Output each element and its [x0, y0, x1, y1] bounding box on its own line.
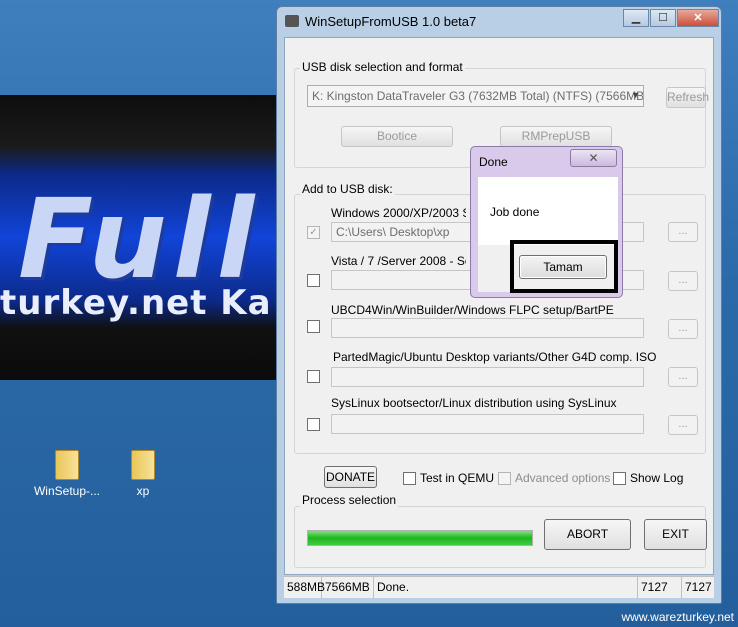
checkbox-test-qemu[interactable]: [403, 472, 416, 485]
desktop-icon-label: xp: [136, 484, 150, 498]
checkbox-winxp[interactable]: ✓: [307, 226, 320, 239]
checkbox-advanced-options[interactable]: [498, 472, 511, 485]
rmprepusb-button[interactable]: RMPrepUSB: [500, 126, 612, 147]
watermark: www.warezturkey.net: [621, 610, 734, 624]
advanced-options-label: Advanced options: [515, 471, 611, 485]
folder-icon: [131, 450, 155, 480]
usb-disk-value: K: Kingston DataTraveler G3 (7632MB Tota…: [312, 89, 644, 103]
path-field-vista-tail: [620, 270, 644, 290]
exit-button[interactable]: EXIT: [644, 519, 707, 550]
test-qemu-label: Test in QEMU: [420, 471, 495, 485]
desktop-icon-winsetup[interactable]: WinSetup-...: [32, 450, 102, 498]
checkbox-ubcd[interactable]: [307, 320, 320, 333]
path-field-partedmagic[interactable]: [331, 367, 644, 387]
usb-disk-select[interactable]: K: Kingston DataTraveler G3 (7632MB Tota…: [307, 85, 644, 107]
path-field-vista[interactable]: [331, 270, 471, 290]
status-used: 588MB: [284, 577, 325, 599]
checkbox-partedmagic[interactable]: [307, 370, 320, 383]
window-client: USB disk selection and format K: Kingsto…: [284, 37, 714, 575]
status-message: Done.: [374, 577, 638, 599]
bootice-button[interactable]: Bootice: [341, 126, 453, 147]
status-free: 7566MB: [322, 577, 374, 599]
chevron-down-icon: ▼: [631, 90, 640, 100]
ok-button[interactable]: Tamam: [519, 255, 607, 279]
browse-button-winxp[interactable]: ...: [668, 222, 698, 242]
browse-button-vista[interactable]: ...: [668, 271, 698, 291]
desktop-icon-label: WinSetup-...: [33, 484, 101, 498]
abort-button[interactable]: ABORT: [544, 519, 631, 550]
path-field-winxp-tail: [620, 222, 644, 242]
minimize-button[interactable]: ▁: [623, 9, 649, 27]
dialog-close-button[interactable]: ✕: [570, 149, 617, 167]
window-title: WinSetupFromUSB 1.0 beta7: [305, 14, 477, 29]
browse-button-partedmagic[interactable]: ...: [668, 367, 698, 387]
folder-icon: [55, 450, 79, 480]
title-bar[interactable]: WinSetupFromUSB 1.0 beta7 ▁ ☐ ✕: [277, 7, 721, 35]
add-group-label: Add to USB disk:: [300, 182, 395, 196]
process-group-label: Process selection: [300, 493, 399, 507]
dialog-body: Job done: [478, 177, 618, 245]
source-label-syslinux: SysLinux bootsector/Linux distribution u…: [331, 396, 617, 410]
progress-fill: [308, 531, 532, 545]
show-log-label: Show Log: [630, 471, 684, 485]
path-field-syslinux[interactable]: [331, 414, 644, 434]
source-label-partedmagic: PartedMagic/Ubuntu Desktop variants/Othe…: [333, 350, 657, 364]
checkbox-vista[interactable]: [307, 274, 320, 287]
desktop-icon-xp[interactable]: xp: [108, 450, 178, 498]
usb-group-label: USB disk selection and format: [300, 60, 465, 74]
dialog-message: Job done: [490, 205, 540, 219]
path-field-ubcd[interactable]: [331, 318, 644, 338]
checkbox-syslinux[interactable]: [307, 418, 320, 431]
maximize-button[interactable]: ☐: [650, 9, 676, 27]
main-window: WinSetupFromUSB 1.0 beta7 ▁ ☐ ✕ USB disk…: [276, 6, 722, 604]
status-count-b: 7127: [685, 580, 712, 594]
status-count-a: 7127: [638, 577, 682, 599]
status-bar: 588MB 7566MB Done. 7127 7127: [284, 576, 714, 599]
progress-bar: [307, 530, 533, 546]
checkbox-show-log[interactable]: [613, 472, 626, 485]
browse-button-syslinux[interactable]: ...: [668, 415, 698, 435]
source-label-winxp: Windows 2000/XP/2003 Setup: [331, 206, 466, 220]
source-label-vista: Vista / 7 /Server 2008 - Setup/PE/Recove…: [331, 254, 466, 268]
close-button[interactable]: ✕: [677, 9, 719, 27]
wallpaper-site-text: turkey.net Ka: [0, 283, 272, 323]
refresh-button[interactable]: Refresh: [666, 87, 709, 108]
browse-button-ubcd[interactable]: ...: [668, 319, 698, 339]
app-icon: [285, 15, 299, 27]
path-field-winxp[interactable]: C:\Users\ Desktop\xp: [331, 222, 471, 242]
source-label-ubcd: UBCD4Win/WinBuilder/Windows FLPC setup/B…: [331, 303, 614, 317]
dialog-title: Done: [479, 155, 508, 169]
donate-button[interactable]: DONATE: [324, 466, 377, 488]
